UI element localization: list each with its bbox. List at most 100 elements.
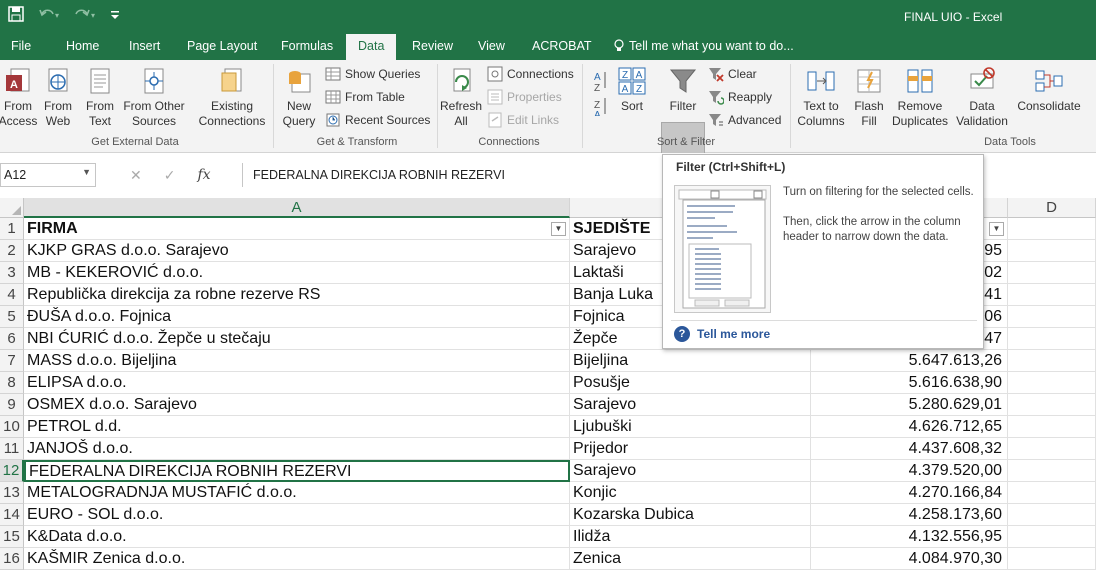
row-header[interactable]: 8 xyxy=(0,372,24,394)
cell-d[interactable] xyxy=(1008,284,1096,306)
cell-iznos[interactable]: 4.437.608,32 xyxy=(811,438,1008,460)
tab-insert[interactable]: Insert xyxy=(129,39,160,53)
name-box[interactable]: A12 ▼ xyxy=(0,163,96,187)
sort-button[interactable]: ZAAZ Sort xyxy=(614,66,650,114)
cell-firma[interactable]: OSMEX d.o.o. Sarajevo xyxy=(24,394,570,416)
reapply-button[interactable]: Reapply xyxy=(708,89,772,105)
consolidate-button[interactable]: Consolidate xyxy=(1016,66,1082,114)
cell-iznos[interactable]: 5.280.629,01 xyxy=(811,394,1008,416)
tab-data[interactable]: Data xyxy=(346,34,397,60)
row-header[interactable]: 3 xyxy=(0,262,24,284)
row-header[interactable]: 12 xyxy=(0,460,24,482)
cell-sjediste[interactable]: Bijeljina xyxy=(570,350,811,372)
cell-d[interactable] xyxy=(1008,394,1096,416)
recent-sources-button[interactable]: Recent Sources xyxy=(325,112,430,128)
redo-icon[interactable]: ▾ xyxy=(74,6,96,26)
cell-d[interactable] xyxy=(1008,526,1096,548)
cell-sjediste[interactable]: Ilidža xyxy=(570,526,811,548)
from-other-sources-button[interactable]: From Other Sources xyxy=(120,66,188,129)
cell-d[interactable] xyxy=(1008,438,1096,460)
clear-filter-button[interactable]: Clear xyxy=(708,66,757,82)
row-header[interactable]: 2 xyxy=(0,240,24,262)
cell-iznos[interactable]: 4.379.520,00 xyxy=(811,460,1008,482)
cell-firma[interactable]: METALOGRADNJA MUSTAFIĆ d.o.o. xyxy=(24,482,570,504)
cell-iznos[interactable]: 4.626.712,65 xyxy=(811,416,1008,438)
new-query-button[interactable]: New Query xyxy=(277,66,321,129)
tab-home[interactable]: Home xyxy=(66,39,99,53)
cancel-icon[interactable]: ✕ xyxy=(130,167,142,184)
flash-fill-button[interactable]: Flash Fill xyxy=(850,66,888,129)
cell-d[interactable] xyxy=(1008,262,1096,284)
cell-firma[interactable]: KAŠMIR Zenica d.o.o. xyxy=(24,548,570,570)
text-to-columns-button[interactable]: Text to Columns xyxy=(794,66,848,129)
from-table-button[interactable]: From Table xyxy=(325,89,405,105)
cell-d[interactable] xyxy=(1008,328,1096,350)
cell-iznos[interactable]: 4.258.173,60 xyxy=(811,504,1008,526)
column-header-a[interactable]: A xyxy=(24,198,570,218)
properties-button[interactable]: Properties xyxy=(487,89,562,105)
cell-d[interactable] xyxy=(1008,504,1096,526)
cell-firma[interactable]: ĐUŠA d.o.o. Fojnica xyxy=(24,306,570,328)
cell-sjediste[interactable]: Sarajevo xyxy=(570,460,811,482)
cell-firma[interactable]: EURO - SOL d.o.o. xyxy=(24,504,570,526)
filter-dropdown-icon[interactable]: ▼ xyxy=(551,222,566,236)
tab-acrobat[interactable]: ACROBAT xyxy=(532,39,592,53)
row-header[interactable]: 1 xyxy=(0,218,24,240)
cell-d[interactable] xyxy=(1008,548,1096,570)
from-web-button[interactable]: From Web xyxy=(40,66,76,129)
cell-firma[interactable]: KJKP GRAS d.o.o. Sarajevo xyxy=(24,240,570,262)
cell-d[interactable] xyxy=(1008,218,1096,240)
cell-firma[interactable]: PETROL d.d. xyxy=(24,416,570,438)
cell-d[interactable] xyxy=(1008,460,1096,482)
cell-sjediste[interactable]: Zenica xyxy=(570,548,811,570)
cell-d[interactable] xyxy=(1008,482,1096,504)
show-queries-button[interactable]: Show Queries xyxy=(325,66,420,82)
cell-firma[interactable]: MB - KEKEROVIĆ d.o.o. xyxy=(24,262,570,284)
tell-me-more-link[interactable]: ? Tell me more xyxy=(674,326,770,342)
cell-iznos[interactable]: 4.270.166,84 xyxy=(811,482,1008,504)
connections-button[interactable]: Connections xyxy=(487,66,574,82)
cell-d[interactable] xyxy=(1008,240,1096,262)
customize-icon[interactable] xyxy=(110,6,120,26)
tab-file[interactable]: File xyxy=(11,39,31,53)
cell-sjediste[interactable]: Prijedor xyxy=(570,438,811,460)
cell-firma[interactable]: ELIPSA d.o.o. xyxy=(24,372,570,394)
refresh-all-button[interactable]: Refresh All xyxy=(439,66,483,129)
cell-firma[interactable]: MASS d.o.o. Bijeljina xyxy=(24,350,570,372)
undo-icon[interactable]: ▾ xyxy=(38,6,60,26)
cell-d[interactable] xyxy=(1008,416,1096,438)
select-all-button[interactable] xyxy=(0,198,24,218)
data-validation-button[interactable]: Data Validation xyxy=(950,66,1014,129)
row-header[interactable]: 9 xyxy=(0,394,24,416)
cell-sjediste[interactable]: Kozarska Dubica xyxy=(570,504,811,526)
remove-duplicates-button[interactable]: Remove Duplicates xyxy=(890,66,950,129)
row-header[interactable]: 4 xyxy=(0,284,24,306)
advanced-filter-button[interactable]: Advanced xyxy=(708,112,781,128)
edit-links-button[interactable]: Edit Links xyxy=(487,112,559,128)
name-box-dropdown-icon[interactable]: ▼ xyxy=(82,167,91,177)
filter-dropdown-icon[interactable]: ▼ xyxy=(989,222,1004,236)
tab-review[interactable]: Review xyxy=(412,39,453,53)
cell-firma[interactable]: FEDERALNA DIREKCIJA ROBNIH REZERVI xyxy=(24,460,570,482)
tab-page-layout[interactable]: Page Layout xyxy=(187,39,257,53)
tab-formulas[interactable]: Formulas xyxy=(281,39,333,53)
from-text-button[interactable]: From Text xyxy=(82,66,118,129)
cell-firma[interactable]: JANJOŠ d.o.o. xyxy=(24,438,570,460)
row-header[interactable]: 10 xyxy=(0,416,24,438)
tab-view[interactable]: View xyxy=(478,39,505,53)
cell-d[interactable] xyxy=(1008,306,1096,328)
cell-firma[interactable]: Republička direkcija za robne rezerve RS xyxy=(24,284,570,306)
sort-az-button[interactable]: AZZA xyxy=(590,68,610,121)
row-header[interactable]: 13 xyxy=(0,482,24,504)
header-cell-firma[interactable]: FIRMA ▼ xyxy=(24,218,570,240)
cell-iznos[interactable]: 5.616.638,90 xyxy=(811,372,1008,394)
cell-iznos[interactable]: 5.647.613,26 xyxy=(811,350,1008,372)
row-header[interactable]: 14 xyxy=(0,504,24,526)
tell-me-box[interactable]: Tell me what you want to do... xyxy=(614,39,794,53)
enter-icon[interactable]: ✓ xyxy=(164,167,176,184)
cell-iznos[interactable]: 4.132.556,95 xyxy=(811,526,1008,548)
cell-sjediste[interactable]: Posušje xyxy=(570,372,811,394)
existing-connections-button[interactable]: Existing Connections xyxy=(195,66,269,129)
cell-sjediste[interactable]: Konjic xyxy=(570,482,811,504)
from-access-button[interactable]: A From Access xyxy=(0,66,38,129)
